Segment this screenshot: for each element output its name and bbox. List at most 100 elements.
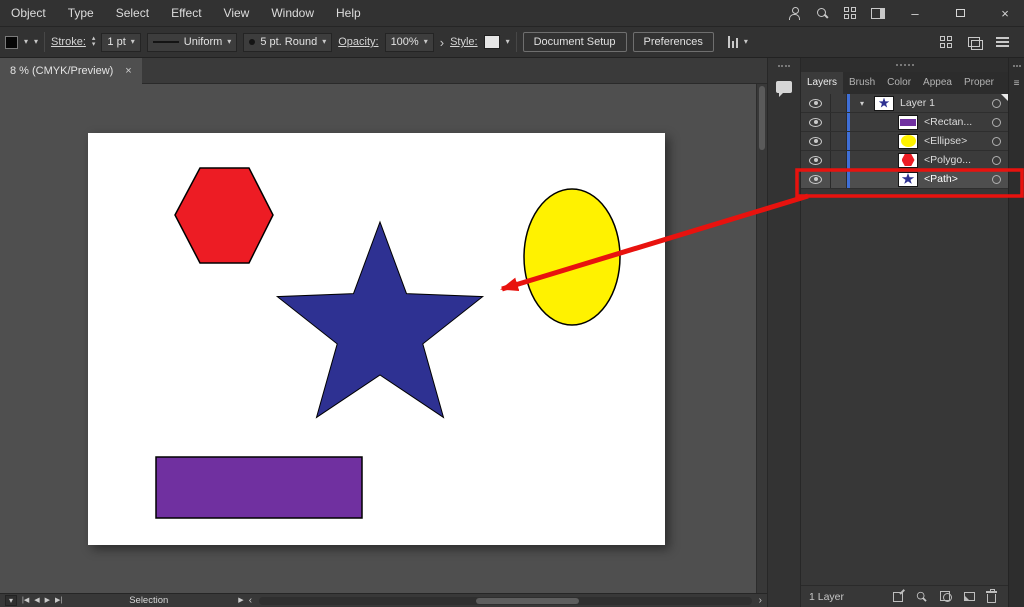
- target-icon[interactable]: [992, 156, 1001, 165]
- artboard[interactable]: [88, 133, 665, 545]
- locate-object-icon[interactable]: [916, 591, 927, 602]
- layer-thumbnail[interactable]: [898, 153, 918, 168]
- tab-layers[interactable]: Layers: [801, 72, 843, 94]
- layer-name[interactable]: Layer 1: [900, 97, 992, 109]
- menu-effect[interactable]: Effect: [160, 6, 212, 20]
- stacked-documents-icon[interactable]: [968, 37, 980, 47]
- minimize-button[interactable]: –: [900, 0, 930, 27]
- document-tab[interactable]: 8 % (CMYK/Preview) ×: [0, 58, 142, 84]
- layer-name[interactable]: <Rectan...: [924, 116, 992, 128]
- target-icon[interactable]: [992, 118, 1001, 127]
- prev-artboard-button[interactable]: ◀: [34, 597, 39, 604]
- tab-appearance[interactable]: Appea: [917, 72, 958, 94]
- strip-gripper-icon[interactable]: [1013, 65, 1021, 67]
- grid-view-icon[interactable]: [940, 36, 952, 48]
- scroll-left-icon[interactable]: ‹: [249, 596, 252, 606]
- lock-toggle[interactable]: [831, 170, 847, 188]
- collect-for-export-icon[interactable]: [893, 592, 903, 602]
- visibility-toggle[interactable]: [801, 113, 831, 131]
- close-tab-icon[interactable]: ×: [125, 65, 131, 77]
- layer-row-ellipse[interactable]: <Ellipse>: [801, 132, 1008, 151]
- target-icon[interactable]: [992, 99, 1001, 108]
- ellipse-shape[interactable]: [524, 189, 620, 325]
- stroke-weight-stepper[interactable]: ▴ ▾: [92, 36, 96, 48]
- layer-name[interactable]: <Ellipse>: [924, 135, 992, 147]
- horizontal-scrollbar-thumb[interactable]: [476, 598, 579, 604]
- share-icon[interactable]: [788, 7, 801, 20]
- menu-select[interactable]: Select: [105, 6, 160, 20]
- fill-color-swatch[interactable]: [5, 36, 18, 49]
- target-icon[interactable]: [992, 137, 1001, 146]
- next-artboard-button[interactable]: ▶: [45, 597, 50, 604]
- document-setup-button[interactable]: Document Setup: [523, 32, 627, 52]
- visibility-toggle[interactable]: [801, 170, 831, 188]
- fill-dropdown-icon[interactable]: ▾: [24, 38, 28, 46]
- dock-gripper[interactable]: [778, 65, 790, 67]
- hexagon-shape[interactable]: [175, 168, 273, 263]
- menu-object[interactable]: Object: [0, 6, 57, 20]
- search-icon[interactable]: [816, 7, 829, 20]
- workspace-switcher-icon[interactable]: [871, 8, 885, 19]
- layer-name[interactable]: <Path>: [924, 173, 992, 185]
- first-artboard-button[interactable]: |◀: [22, 597, 29, 604]
- clipping-mask-icon[interactable]: [940, 591, 952, 602]
- opacity-panel-arrow-icon[interactable]: ›: [440, 35, 444, 50]
- layer-thumbnail[interactable]: [874, 96, 894, 111]
- tab-properties[interactable]: Proper: [958, 72, 1000, 94]
- close-button[interactable]: ×: [990, 0, 1020, 27]
- vertical-scrollbar[interactable]: [756, 84, 767, 593]
- layer-row-rectangle[interactable]: <Rectan...: [801, 113, 1008, 132]
- preferences-button[interactable]: Preferences: [633, 32, 714, 52]
- target-icon[interactable]: [992, 175, 1001, 184]
- comments-panel-icon[interactable]: [776, 81, 792, 93]
- list-view-icon[interactable]: [996, 37, 1009, 47]
- layer-row-polygon[interactable]: <Polygo...: [801, 151, 1008, 170]
- lock-toggle[interactable]: [831, 151, 847, 169]
- align-icon[interactable]: [728, 36, 738, 48]
- layer-thumbnail[interactable]: [898, 134, 918, 149]
- menu-help[interactable]: Help: [325, 6, 372, 20]
- layer-thumbnail[interactable]: [898, 172, 918, 187]
- canvas[interactable]: [0, 84, 756, 593]
- rectangle-shape[interactable]: [156, 457, 362, 518]
- opacity-label[interactable]: Opacity:: [338, 36, 378, 48]
- status-menu-icon[interactable]: ▶: [238, 597, 243, 604]
- layer-name[interactable]: <Polygo...: [924, 154, 992, 166]
- delete-icon[interactable]: [987, 594, 996, 603]
- zoom-dropdown[interactable]: ▾: [5, 595, 17, 606]
- visibility-toggle[interactable]: [801, 94, 831, 112]
- last-artboard-button[interactable]: ▶|: [55, 597, 62, 604]
- visibility-toggle[interactable]: [801, 132, 831, 150]
- menu-type[interactable]: Type: [57, 6, 105, 20]
- tab-brushes[interactable]: Brush: [843, 72, 881, 94]
- menu-window[interactable]: Window: [260, 6, 325, 20]
- lock-toggle[interactable]: [831, 94, 847, 112]
- layer-row-layer1[interactable]: ▾ Layer 1: [801, 94, 1008, 113]
- style-swatch[interactable]: [484, 35, 500, 49]
- stroke-color-dropdown-icon[interactable]: ▾: [34, 38, 38, 46]
- expand-chevron-icon[interactable]: ▾: [850, 99, 874, 108]
- align-dropdown-icon[interactable]: ▾: [744, 38, 748, 46]
- style-dropdown-icon[interactable]: ▾: [506, 38, 510, 46]
- width-profile-dropdown[interactable]: Uniform ▾: [147, 33, 238, 52]
- brush-dropdown[interactable]: 5 pt. Round ▾: [243, 33, 332, 52]
- lock-toggle[interactable]: [831, 132, 847, 150]
- visibility-toggle[interactable]: [801, 151, 831, 169]
- tab-color[interactable]: Color: [881, 72, 917, 94]
- new-layer-icon[interactable]: [964, 592, 975, 601]
- layer-row-path[interactable]: <Path>: [801, 170, 1008, 189]
- style-label[interactable]: Style:: [450, 36, 478, 48]
- stepper-down-icon[interactable]: ▾: [92, 42, 96, 48]
- layer-thumbnail[interactable]: [898, 115, 918, 130]
- stroke-weight-field[interactable]: 1 pt ▾: [101, 33, 140, 52]
- menu-view[interactable]: View: [213, 6, 261, 20]
- panel-menu-icon[interactable]: ≡: [1014, 78, 1020, 89]
- star-shape[interactable]: [277, 222, 482, 417]
- stroke-label[interactable]: Stroke:: [51, 36, 86, 48]
- arrange-documents-icon[interactable]: [844, 7, 856, 19]
- vertical-scrollbar-thumb[interactable]: [759, 86, 765, 150]
- opacity-field[interactable]: 100% ▾: [385, 33, 434, 52]
- lock-toggle[interactable]: [831, 113, 847, 131]
- panel-drag-bar[interactable]: [801, 58, 1008, 72]
- scroll-right-icon[interactable]: ›: [759, 596, 762, 606]
